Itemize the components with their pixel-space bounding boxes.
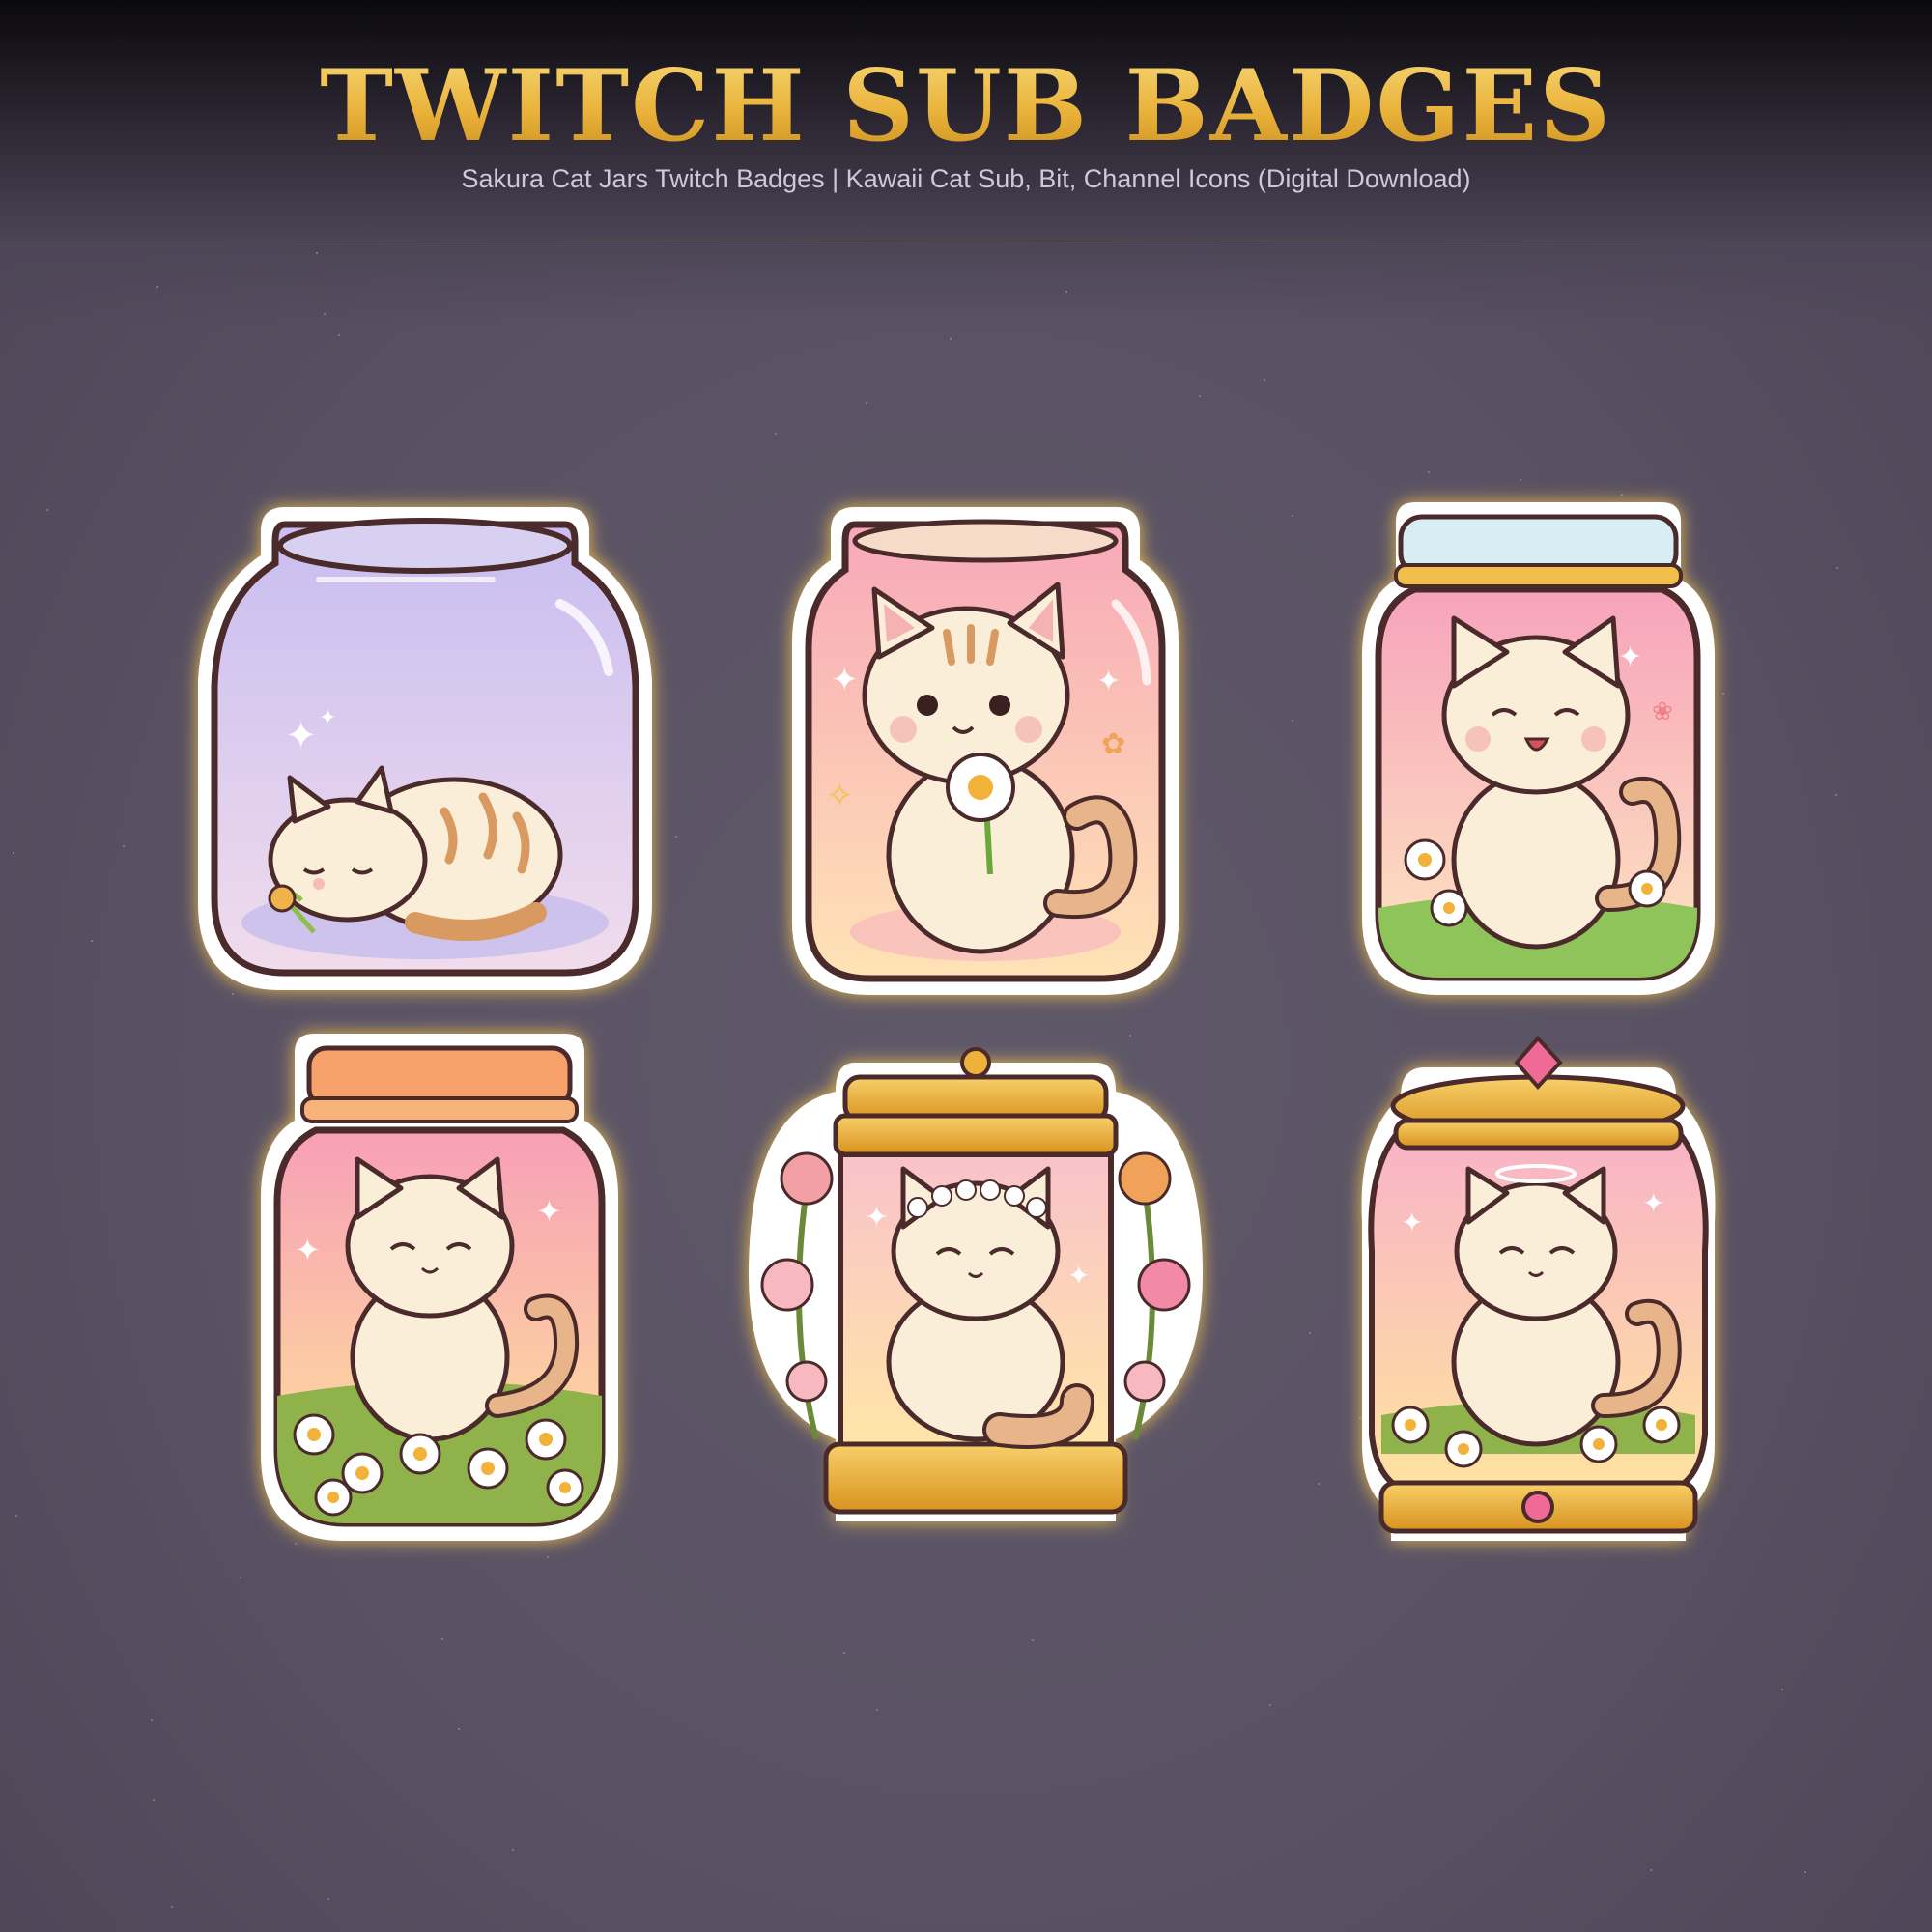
- background-speck: [1199, 395, 1201, 397]
- background-speck: [13, 852, 14, 854]
- background-speck: [1650, 1869, 1652, 1871]
- background-speck: [1520, 479, 1521, 481]
- background-speck: [843, 1652, 845, 1654]
- svg-text:✦: ✦: [319, 706, 336, 730]
- svg-text:✦: ✦: [1096, 665, 1121, 698]
- background-speck: [1722, 693, 1724, 695]
- background-speck: [1309, 1332, 1311, 1334]
- page-title: TWITCH SUB BADGES: [0, 48, 1932, 164]
- background-speck: [1318, 1483, 1320, 1485]
- background-speck: [15, 1515, 17, 1517]
- background-speck: [458, 1728, 460, 1730]
- jeweled-cat-jar-badge[interactable]: ✦ ✦: [1357, 1029, 1719, 1546]
- background-speck: [876, 1709, 878, 1711]
- background-speck: [866, 402, 867, 404]
- background-speck: [123, 845, 125, 847]
- page-subtitle: Sakura Cat Jars Twitch Badges | Kawaii C…: [461, 164, 1471, 193]
- background-speck: [1032, 1639, 1034, 1641]
- svg-text:✦: ✦: [295, 1232, 321, 1268]
- svg-text:✦: ✦: [285, 714, 318, 758]
- background-speck: [1264, 379, 1265, 381]
- background-speck: [1292, 515, 1293, 517]
- golden-crowned-cat-jar-badge[interactable]: ✦ ✦: [749, 1034, 1203, 1536]
- svg-text:✦: ✦: [1067, 1260, 1090, 1292]
- background-speck: [338, 334, 340, 336]
- background-speck: [327, 1898, 329, 1900]
- background-speck: [441, 1638, 443, 1640]
- background-speck: [675, 836, 677, 838]
- background-speck: [512, 1849, 514, 1851]
- background-speck: [151, 1719, 153, 1721]
- background-speck: [1835, 794, 1837, 796]
- background-speck: [1428, 471, 1430, 473]
- background-speck: [547, 1556, 549, 1558]
- svg-text:❀: ❀: [1652, 697, 1673, 726]
- background-speck: [1065, 291, 1067, 293]
- background-speck: [950, 338, 952, 340]
- background-speck: [156, 286, 158, 288]
- background-speck: [1781, 1689, 1783, 1690]
- sleeping-cat-jar-badge[interactable]: ✦ ✦: [193, 488, 657, 1009]
- svg-text:✦: ✦: [865, 1201, 889, 1235]
- svg-text:✿: ✿: [1101, 727, 1125, 761]
- flower-field-cat-jar-badge[interactable]: ✦ ✦: [256, 1029, 623, 1546]
- meadow-cat-jar-badge[interactable]: ✦ ❀: [1357, 493, 1719, 1005]
- svg-text:✦: ✦: [1642, 1187, 1664, 1219]
- background-speck: [46, 509, 48, 511]
- svg-text:✦: ✦: [831, 661, 859, 699]
- background-speck: [324, 313, 326, 315]
- svg-text:✧: ✧: [826, 777, 854, 815]
- svg-text:✦: ✦: [1401, 1207, 1423, 1238]
- background-speck: [153, 1799, 155, 1801]
- svg-text:✦: ✦: [536, 1193, 562, 1230]
- background-speck: [240, 1577, 242, 1578]
- background-speck: [1292, 720, 1293, 722]
- background-speck: [171, 1906, 173, 1908]
- background-speck: [1804, 1871, 1806, 1873]
- background-speck: [1836, 567, 1838, 569]
- daisy-cat-jar-badge[interactable]: ✦ ✦ ✧ ✿: [787, 497, 1183, 1000]
- background-speck: [775, 433, 777, 435]
- background-speck: [316, 252, 318, 254]
- header-divider: [213, 241, 1719, 242]
- background-speck: [1269, 1704, 1271, 1706]
- svg-text:✦: ✦: [1618, 640, 1642, 674]
- background-speck: [91, 940, 93, 942]
